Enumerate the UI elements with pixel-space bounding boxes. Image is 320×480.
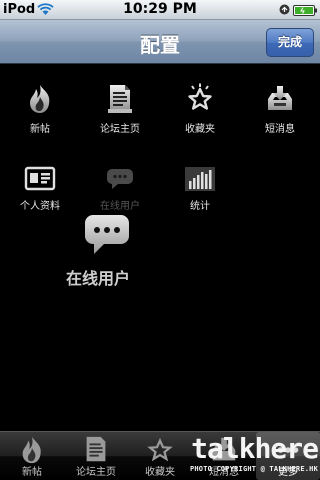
status-time: 10:29 PM [123,1,197,17]
watermark: talkhere PHOTO COPYRIGHT @ TALKHERE.HK [140,434,320,478]
navigation-bar: 配置 完成 [0,20,320,64]
grid-item-favorites[interactable]: 收藏夹 [160,83,240,135]
grid-item-online-users[interactable]: 在线用户 [80,166,160,212]
watermark-logo: talkhere [191,432,319,465]
grid-label: 统计 [190,201,210,212]
document-icon [108,85,132,113]
chat-bubble-icon [107,169,133,189]
grid-item-profile[interactable]: 个人资料 [0,166,80,212]
grid-item-messages[interactable]: 短消息 [240,83,320,135]
tab-label: 新帖 [22,467,42,478]
tab-new-posts[interactable]: 新帖 [0,432,64,480]
battery-icon [293,5,317,16]
grid-label: 收藏夹 [185,124,215,135]
grid-label: 在线用户 [100,201,140,212]
dragging-label: 在线用户 [66,269,131,288]
fire-icon [30,85,50,113]
tab-forum-home[interactable]: 论坛主页 [64,432,128,480]
bar-chart-icon [185,167,215,191]
tab-label: 论坛主页 [76,467,116,478]
lock-icon [279,4,290,15]
fire-icon [22,436,41,464]
inbox-download-icon [268,86,292,110]
grid-item-new-posts[interactable]: 新帖 [0,83,80,135]
grid-label: 短消息 [265,124,295,135]
configure-screen: iPod 10:29 PM 配置 完成 新帖 论坛主页 收藏夹 短消息 个人资料… [0,0,320,480]
grid-item-forum-home[interactable]: 论坛主页 [80,83,160,135]
status-bar: iPod 10:29 PM [0,0,320,20]
star-icon [188,83,212,110]
done-button[interactable]: 完成 [266,28,314,57]
dragging-chat-bubble-icon[interactable] [82,212,132,258]
watermark-copyright: PHOTO COPYRIGHT @ TALKHERE.HK [189,465,318,473]
grid-label: 新帖 [30,124,50,135]
grid-label: 个人资料 [20,201,60,212]
id-card-icon [24,166,56,191]
grid-item-statistics[interactable]: 统计 [160,166,240,212]
grid-label: 论坛主页 [100,124,140,135]
document-icon [86,436,106,462]
